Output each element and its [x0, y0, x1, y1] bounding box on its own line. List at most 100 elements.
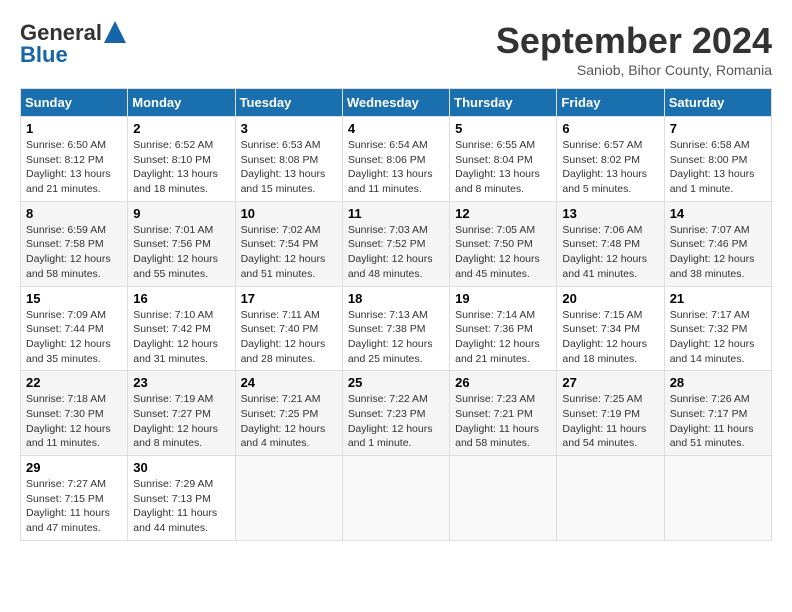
day-cell: 10 Sunrise: 7:02 AM Sunset: 7:54 PM Dayli… [235, 201, 342, 286]
week-row-5: 29 Sunrise: 7:27 AM Sunset: 7:15 PM Dayli… [21, 456, 772, 541]
week-row-3: 15 Sunrise: 7:09 AM Sunset: 7:44 PM Dayli… [21, 286, 772, 371]
day-number: 8 [26, 206, 122, 221]
day-cell: 26 Sunrise: 7:23 AM Sunset: 7:21 PM Dayli… [450, 371, 557, 456]
day-cell: 22 Sunrise: 7:18 AM Sunset: 7:30 PM Dayli… [21, 371, 128, 456]
day-info: Sunrise: 7:03 AM Sunset: 7:52 PM Dayligh… [348, 223, 444, 282]
day-info: Sunrise: 7:19 AM Sunset: 7:27 PM Dayligh… [133, 392, 229, 451]
day-info: Sunrise: 7:05 AM Sunset: 7:50 PM Dayligh… [455, 223, 551, 282]
day-info: Sunrise: 7:10 AM Sunset: 7:42 PM Dayligh… [133, 308, 229, 367]
day-number: 16 [133, 291, 229, 306]
day-number: 24 [241, 375, 337, 390]
day-cell: 13Sunrise: 7:06 AM Sunset: 7:48 PM Dayli… [557, 201, 664, 286]
day-info: Sunrise: 7:27 AM Sunset: 7:15 PM Dayligh… [26, 477, 122, 536]
weekday-friday: Friday [557, 89, 664, 117]
day-number: 20 [562, 291, 658, 306]
title-area: September 2024 Saniob, Bihor County, Rom… [496, 20, 772, 78]
day-info: Sunrise: 7:17 AM Sunset: 7:32 PM Dayligh… [670, 308, 766, 367]
day-number: 19 [455, 291, 551, 306]
day-cell: 19 Sunrise: 7:14 AM Sunset: 7:36 PM Dayli… [450, 286, 557, 371]
day-info: Sunrise: 7:07 AM Sunset: 7:46 PM Dayligh… [670, 223, 766, 282]
day-number: 14 [670, 206, 766, 221]
day-number: 5 [455, 121, 551, 136]
day-cell: 21 Sunrise: 7:17 AM Sunset: 7:32 PM Dayli… [664, 286, 771, 371]
day-info: Sunrise: 6:50 AM Sunset: 8:12 PM Dayligh… [26, 138, 122, 197]
day-number: 4 [348, 121, 444, 136]
day-cell: 30 Sunrise: 7:29 AM Sunset: 7:13 PM Dayli… [128, 456, 235, 541]
day-cell: 15 Sunrise: 7:09 AM Sunset: 7:44 PM Dayli… [21, 286, 128, 371]
day-cell: 3Sunrise: 6:53 AM Sunset: 8:08 PM Daylig… [235, 117, 342, 202]
day-cell: 28 Sunrise: 7:26 AM Sunset: 7:17 PM Dayli… [664, 371, 771, 456]
day-info: Sunrise: 6:58 AM Sunset: 8:00 PM Dayligh… [670, 138, 766, 197]
day-info: Sunrise: 6:52 AM Sunset: 8:10 PM Dayligh… [133, 138, 229, 197]
day-cell: 17 Sunrise: 7:11 AM Sunset: 7:40 PM Dayli… [235, 286, 342, 371]
day-cell: 23 Sunrise: 7:19 AM Sunset: 7:27 PM Dayli… [128, 371, 235, 456]
day-cell [557, 456, 664, 541]
day-info: Sunrise: 7:18 AM Sunset: 7:30 PM Dayligh… [26, 392, 122, 451]
day-number: 22 [26, 375, 122, 390]
day-cell: 20 Sunrise: 7:15 AM Sunset: 7:34 PM Dayli… [557, 286, 664, 371]
weekday-saturday: Saturday [664, 89, 771, 117]
day-info: Sunrise: 7:15 AM Sunset: 7:34 PM Dayligh… [562, 308, 658, 367]
day-cell: 27Sunrise: 7:25 AM Sunset: 7:19 PM Dayli… [557, 371, 664, 456]
day-cell [664, 456, 771, 541]
day-cell: 9Sunrise: 7:01 AM Sunset: 7:56 PM Daylig… [128, 201, 235, 286]
day-cell: 16 Sunrise: 7:10 AM Sunset: 7:42 PM Dayli… [128, 286, 235, 371]
calendar-body: 1Sunrise: 6:50 AM Sunset: 8:12 PM Daylig… [21, 117, 772, 541]
day-info: Sunrise: 7:14 AM Sunset: 7:36 PM Dayligh… [455, 308, 551, 367]
day-number: 21 [670, 291, 766, 306]
weekday-monday: Monday [128, 89, 235, 117]
day-info: Sunrise: 7:26 AM Sunset: 7:17 PM Dayligh… [670, 392, 766, 451]
day-cell: 8 Sunrise: 6:59 AM Sunset: 7:58 PM Daylig… [21, 201, 128, 286]
day-info: Sunrise: 7:29 AM Sunset: 7:13 PM Dayligh… [133, 477, 229, 536]
day-number: 30 [133, 460, 229, 475]
day-number: 11 [348, 206, 444, 221]
day-number: 28 [670, 375, 766, 390]
day-cell: 18 Sunrise: 7:13 AM Sunset: 7:38 PM Dayli… [342, 286, 449, 371]
day-cell [235, 456, 342, 541]
day-number: 10 [241, 206, 337, 221]
logo: General Blue [20, 20, 126, 68]
day-info: Sunrise: 7:13 AM Sunset: 7:38 PM Dayligh… [348, 308, 444, 367]
day-cell [342, 456, 449, 541]
day-cell: 14 Sunrise: 7:07 AM Sunset: 7:46 PM Dayli… [664, 201, 771, 286]
day-cell: 1Sunrise: 6:50 AM Sunset: 8:12 PM Daylig… [21, 117, 128, 202]
day-info: Sunrise: 7:09 AM Sunset: 7:44 PM Dayligh… [26, 308, 122, 367]
day-cell: 6Sunrise: 6:57 AM Sunset: 8:02 PM Daylig… [557, 117, 664, 202]
logo-blue: Blue [20, 42, 126, 68]
week-row-1: 1Sunrise: 6:50 AM Sunset: 8:12 PM Daylig… [21, 117, 772, 202]
week-row-2: 8 Sunrise: 6:59 AM Sunset: 7:58 PM Daylig… [21, 201, 772, 286]
day-info: Sunrise: 7:23 AM Sunset: 7:21 PM Dayligh… [455, 392, 551, 451]
day-number: 26 [455, 375, 551, 390]
day-number: 7 [670, 121, 766, 136]
weekday-tuesday: Tuesday [235, 89, 342, 117]
day-number: 18 [348, 291, 444, 306]
day-cell: 11 Sunrise: 7:03 AM Sunset: 7:52 PM Dayli… [342, 201, 449, 286]
location-title: Saniob, Bihor County, Romania [496, 62, 772, 78]
day-cell: 4 Sunrise: 6:54 AM Sunset: 8:06 PM Daylig… [342, 117, 449, 202]
day-info: Sunrise: 7:06 AM Sunset: 7:48 PM Dayligh… [562, 223, 658, 282]
day-cell: 29 Sunrise: 7:27 AM Sunset: 7:15 PM Dayli… [21, 456, 128, 541]
day-number: 17 [241, 291, 337, 306]
day-number: 15 [26, 291, 122, 306]
day-info: Sunrise: 6:54 AM Sunset: 8:06 PM Dayligh… [348, 138, 444, 197]
weekday-wednesday: Wednesday [342, 89, 449, 117]
week-row-4: 22 Sunrise: 7:18 AM Sunset: 7:30 PM Dayli… [21, 371, 772, 456]
day-number: 25 [348, 375, 444, 390]
day-info: Sunrise: 7:21 AM Sunset: 7:25 PM Dayligh… [241, 392, 337, 451]
day-cell: 24 Sunrise: 7:21 AM Sunset: 7:25 PM Dayli… [235, 371, 342, 456]
weekday-sunday: Sunday [21, 89, 128, 117]
day-number: 23 [133, 375, 229, 390]
header: General Blue September 2024 Saniob, Biho… [20, 20, 772, 78]
day-cell [450, 456, 557, 541]
day-number: 29 [26, 460, 122, 475]
day-info: Sunrise: 7:02 AM Sunset: 7:54 PM Dayligh… [241, 223, 337, 282]
day-cell: 7 Sunrise: 6:58 AM Sunset: 8:00 PM Daylig… [664, 117, 771, 202]
calendar: SundayMondayTuesdayWednesdayThursdayFrid… [20, 88, 772, 541]
day-cell: 25Sunrise: 7:22 AM Sunset: 7:23 PM Dayli… [342, 371, 449, 456]
weekday-header-row: SundayMondayTuesdayWednesdayThursdayFrid… [21, 89, 772, 117]
day-info: Sunrise: 6:59 AM Sunset: 7:58 PM Dayligh… [26, 223, 122, 282]
day-cell: 12Sunrise: 7:05 AM Sunset: 7:50 PM Dayli… [450, 201, 557, 286]
month-title: September 2024 [496, 20, 772, 62]
day-cell: 2Sunrise: 6:52 AM Sunset: 8:10 PM Daylig… [128, 117, 235, 202]
day-info: Sunrise: 7:11 AM Sunset: 7:40 PM Dayligh… [241, 308, 337, 367]
